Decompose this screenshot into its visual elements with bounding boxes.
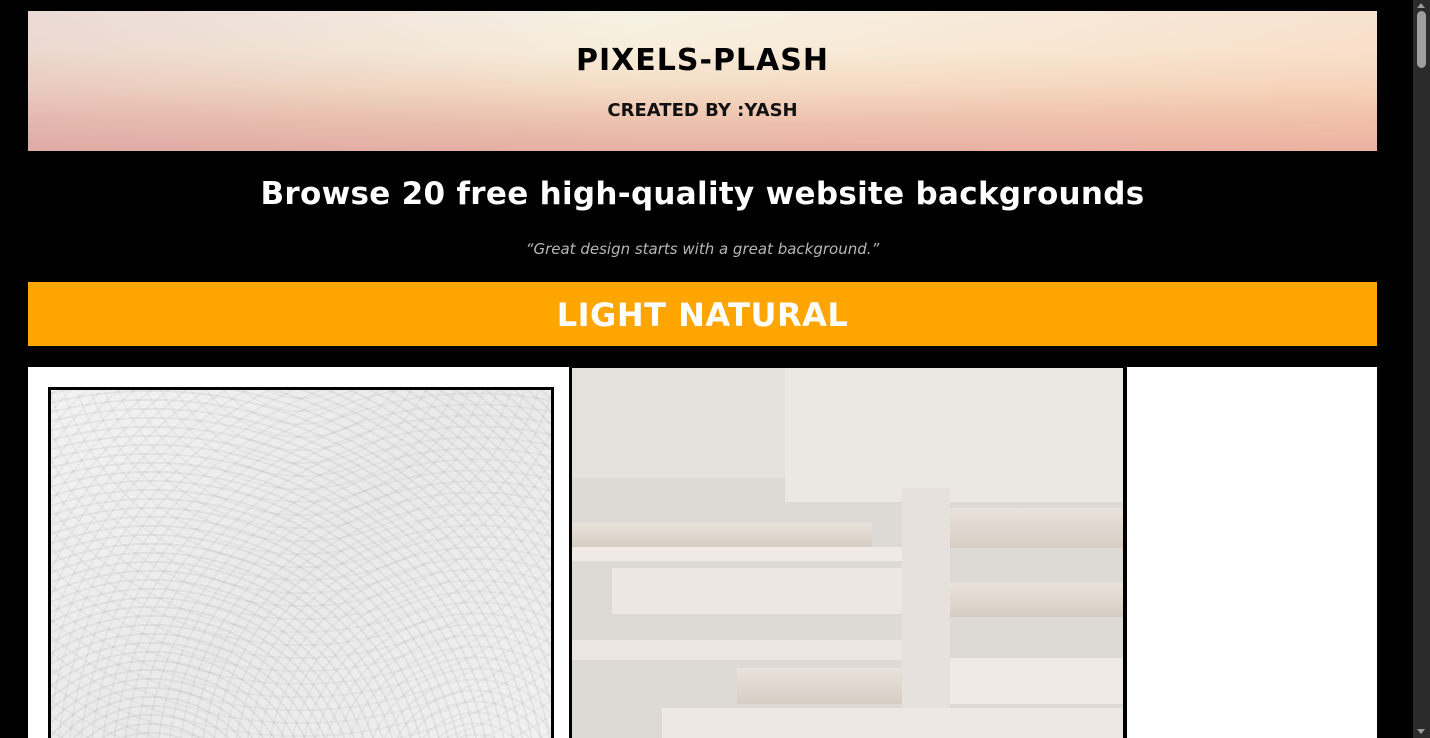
author-credit: CREATED BY :YASH xyxy=(607,100,798,121)
vertical-scrollbar[interactable] xyxy=(1413,0,1430,738)
shelf-right-3 xyxy=(950,658,1123,704)
category-heading-light-natural: LIGHT NATURAL xyxy=(28,282,1377,346)
page: PIXELS-PLASH CREATED BY :YASH Browse 20 … xyxy=(0,0,1413,738)
shelf-left-2 xyxy=(612,568,902,614)
background-gallery xyxy=(28,367,1377,738)
shelf-upper-block xyxy=(785,368,1123,502)
shelf-left-1 xyxy=(572,523,872,547)
shelf-right-2 xyxy=(950,583,1123,617)
gallery-image-beige-shelves[interactable] xyxy=(569,367,1126,738)
shelf-left-1-edge xyxy=(572,547,902,561)
gallery-divider xyxy=(1124,367,1127,738)
scroll-up-icon[interactable] xyxy=(1417,3,1425,8)
page-headline: Browse 20 free high-quality website back… xyxy=(260,176,1145,212)
shelf-left-3 xyxy=(572,640,902,660)
shelf-bottom xyxy=(662,708,1123,738)
shelf-left-4 xyxy=(737,668,902,704)
shelf-vertical-post xyxy=(902,488,950,738)
gallery-image-white-plaster[interactable] xyxy=(48,387,554,738)
shelf-right-1 xyxy=(950,508,1123,548)
hero-banner: PIXELS-PLASH CREATED BY :YASH xyxy=(28,11,1377,151)
tagline-quote: “Great design starts with a great backgr… xyxy=(525,240,880,258)
site-title: PIXELS-PLASH xyxy=(576,43,829,78)
scrollbar-thumb[interactable] xyxy=(1417,11,1426,68)
scroll-down-icon[interactable] xyxy=(1417,729,1425,734)
